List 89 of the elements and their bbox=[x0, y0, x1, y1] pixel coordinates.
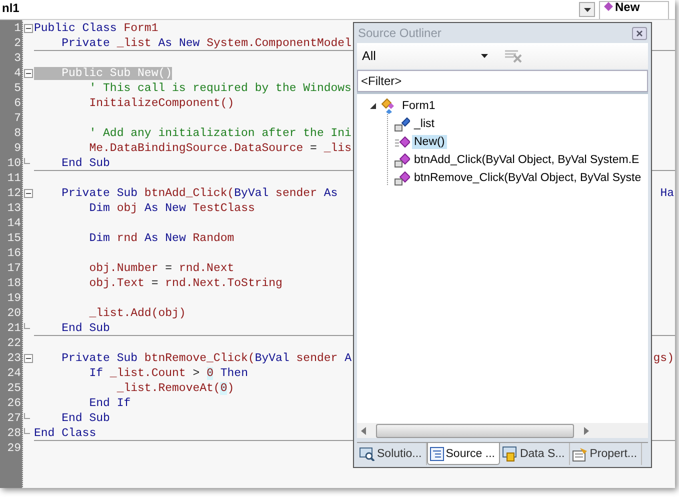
solution-icon bbox=[359, 447, 375, 461]
code-line: End Class bbox=[34, 426, 96, 440]
code-line: Dim obj As New TestClass bbox=[88, 201, 255, 216]
collapse-icon[interactable] bbox=[24, 354, 33, 363]
line-number: 24 bbox=[6, 366, 22, 381]
line-number: 14 bbox=[6, 216, 22, 231]
code-line: Private Sub btnAdd_Click(ByVal sender As bbox=[60, 186, 338, 201]
panel-title: Source Outliner bbox=[358, 26, 442, 40]
method-icon bbox=[394, 134, 410, 150]
field-icon bbox=[394, 116, 410, 132]
line-number: 26 bbox=[6, 396, 22, 411]
line-number: 17 bbox=[6, 261, 22, 276]
line-number: 28 bbox=[6, 426, 22, 441]
fold-end-icon bbox=[24, 428, 30, 434]
code-line: ' This call is required by the Windows bbox=[88, 81, 352, 96]
panel-tab[interactable]: Data S... bbox=[500, 443, 570, 465]
line-number: 1 bbox=[13, 21, 22, 36]
tree-item[interactable]: btnRemove_Click(ByVal Object, ByVal Syste bbox=[412, 171, 644, 185]
line-number: 21 bbox=[6, 321, 22, 336]
line-number: 3 bbox=[13, 51, 22, 66]
code-line: Private Sub btnRemove_Click(ByVal sender A bbox=[60, 351, 352, 366]
line-number: 12 bbox=[6, 186, 22, 201]
code-line: End If bbox=[88, 396, 131, 411]
code-line: Public Class Form1 bbox=[34, 21, 158, 36]
code-line: If _list.Count > 0 Then bbox=[88, 366, 248, 381]
data-icon bbox=[502, 446, 518, 462]
line-number: 4 bbox=[13, 66, 22, 81]
horizontal-scrollbar[interactable] bbox=[357, 423, 648, 438]
line-number: 20 bbox=[6, 306, 22, 321]
line-number: 2 bbox=[13, 36, 22, 51]
code-line: _list.RemoveAt(0) bbox=[116, 381, 234, 396]
code-line: End Sub bbox=[60, 156, 110, 170]
code-line: InitializeComponent() bbox=[88, 96, 234, 111]
scroll-right-icon[interactable] bbox=[584, 426, 589, 434]
caret-icon bbox=[481, 54, 488, 58]
diamond-icon bbox=[604, 2, 613, 11]
properties-icon bbox=[572, 446, 588, 462]
locked-method-icon bbox=[394, 170, 410, 186]
collapse-icon[interactable] bbox=[24, 24, 33, 33]
filter-field[interactable]: <Filter> bbox=[357, 70, 648, 92]
source-icon bbox=[430, 446, 444, 460]
panel-tab[interactable]: Propert... bbox=[570, 443, 642, 465]
line-number: 11 bbox=[6, 171, 22, 186]
code-text: Ha bbox=[660, 186, 674, 201]
tree-item[interactable]: New() bbox=[412, 135, 447, 149]
dropdown-button[interactable] bbox=[579, 2, 595, 17]
line-number: 9 bbox=[13, 141, 22, 156]
panel-tab[interactable]: Source ... bbox=[426, 443, 500, 465]
fold-end-icon bbox=[24, 323, 30, 329]
panel-tab[interactable]: Solutio... bbox=[357, 443, 427, 465]
line-number: 10 bbox=[6, 156, 22, 171]
line-number: 19 bbox=[6, 291, 22, 306]
line-number: 13 bbox=[6, 201, 22, 216]
code-text: gs) bbox=[653, 351, 674, 366]
line-number: 15 bbox=[6, 231, 22, 246]
code-line: obj.Number = rnd.Next bbox=[88, 261, 234, 276]
fold-end-icon bbox=[24, 158, 30, 164]
tree-item[interactable]: btnAdd_Click(ByVal Object, ByVal System.E bbox=[412, 153, 642, 167]
tree-item[interactable]: _list bbox=[412, 117, 436, 131]
code-line: ' Add any initialization after the Ini bbox=[88, 126, 352, 141]
line-number: 29 bbox=[6, 441, 22, 456]
collapse-icon[interactable] bbox=[24, 189, 33, 198]
code-line: _list.Add(obj) bbox=[88, 306, 186, 321]
fold-end-icon bbox=[24, 413, 30, 419]
collapse-icon[interactable] bbox=[24, 69, 33, 78]
line-number: 25 bbox=[6, 381, 22, 396]
line-number: 27 bbox=[6, 411, 22, 426]
line-number: 22 bbox=[6, 336, 22, 351]
code-line: End Sub bbox=[60, 321, 110, 335]
close-button[interactable] bbox=[632, 26, 647, 40]
file-combo[interactable]: nl1 bbox=[2, 2, 20, 15]
code-line: Dim rnd As New Random bbox=[88, 231, 234, 246]
line-number: 6 bbox=[13, 96, 22, 111]
line-number: 5 bbox=[13, 81, 22, 96]
line-number: 18 bbox=[6, 276, 22, 291]
caret-icon bbox=[584, 8, 590, 12]
line-number: 23 bbox=[6, 351, 22, 366]
member-combo[interactable]: New bbox=[599, 1, 669, 19]
close-icon bbox=[636, 30, 643, 36]
locked-method-icon bbox=[394, 152, 410, 168]
line-number: 8 bbox=[13, 126, 22, 141]
code-line: obj.Text = rnd.Next.ToString bbox=[88, 276, 282, 291]
tree-item[interactable]: Form1 bbox=[400, 99, 438, 113]
code-line: Private _list As New System.ComponentModel bbox=[60, 36, 352, 50]
code-line: End Sub bbox=[60, 411, 110, 426]
line-number: 7 bbox=[13, 111, 22, 126]
line-number: 16 bbox=[6, 246, 22, 261]
scroll-left-icon[interactable] bbox=[361, 426, 366, 434]
code-line: Me.DataBindingSource.DataSource = _lis bbox=[88, 141, 352, 156]
